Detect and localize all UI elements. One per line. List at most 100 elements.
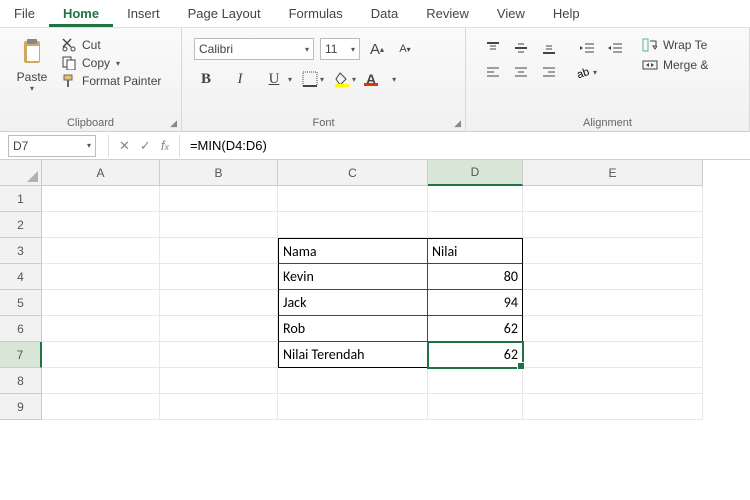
cell-A7[interactable] — [42, 342, 160, 368]
cell-A8[interactable] — [42, 368, 160, 394]
tab-view[interactable]: View — [483, 0, 539, 27]
cell-D4[interactable]: 80 — [428, 264, 523, 290]
align-left-button[interactable] — [482, 62, 504, 82]
row-header-7[interactable]: 7 — [0, 342, 42, 368]
cell-C3[interactable]: Nama — [278, 238, 428, 264]
row-header-2[interactable]: 2 — [0, 212, 42, 238]
cell-A1[interactable] — [42, 186, 160, 212]
fill-color-button[interactable]: ▾ — [334, 68, 356, 90]
tab-file[interactable]: File — [0, 0, 49, 27]
orientation-button[interactable]: ab▾ — [576, 62, 598, 82]
cell-B3[interactable] — [160, 238, 278, 264]
merge-button[interactable]: Merge & — [642, 58, 708, 72]
tab-page-layout[interactable]: Page Layout — [174, 0, 275, 27]
align-right-button[interactable] — [538, 62, 560, 82]
cell-C9[interactable] — [278, 394, 428, 420]
cell-E7[interactable] — [523, 342, 703, 368]
cell-B4[interactable] — [160, 264, 278, 290]
col-header-C[interactable]: C — [278, 160, 428, 186]
cell-E9[interactable] — [523, 394, 703, 420]
cell-D1[interactable] — [428, 186, 523, 212]
cell-B1[interactable] — [160, 186, 278, 212]
tab-home[interactable]: Home — [49, 0, 113, 27]
bold-button[interactable]: B — [194, 68, 218, 90]
borders-button[interactable]: ▾ — [302, 68, 324, 90]
cell-E8[interactable] — [523, 368, 703, 394]
col-header-D[interactable]: D — [428, 160, 523, 186]
formula-input[interactable] — [184, 135, 750, 157]
cell-D7[interactable]: 62 — [428, 342, 523, 368]
col-header-E[interactable]: E — [523, 160, 703, 186]
select-all-corner[interactable] — [0, 160, 42, 186]
font-name-select[interactable]: Calibri ▾ — [194, 38, 314, 60]
cell-C5[interactable]: Jack — [278, 290, 428, 316]
col-header-A[interactable]: A — [42, 160, 160, 186]
increase-font-button[interactable]: A▴ — [366, 38, 388, 60]
cell-C6[interactable]: Rob — [278, 316, 428, 342]
cell-E4[interactable] — [523, 264, 703, 290]
cell-A6[interactable] — [42, 316, 160, 342]
font-size-select[interactable]: 11 ▾ — [320, 38, 360, 60]
cell-B7[interactable] — [160, 342, 278, 368]
tab-help[interactable]: Help — [539, 0, 594, 27]
copy-button[interactable]: Copy ▾ — [62, 56, 161, 70]
row-header-1[interactable]: 1 — [0, 186, 42, 212]
cell-B6[interactable] — [160, 316, 278, 342]
italic-button[interactable]: I — [228, 68, 252, 90]
cell-E3[interactable] — [523, 238, 703, 264]
font-color-button[interactable]: A ▾ — [366, 68, 396, 90]
enter-formula-button[interactable]: ✓ — [140, 138, 151, 154]
cell-D3[interactable]: Nilai — [428, 238, 523, 264]
cell-C8[interactable] — [278, 368, 428, 394]
spreadsheet-grid[interactable]: A B C D E 1 2 3 Nama Nilai 4 Kevin 80 5 … — [0, 160, 750, 420]
tab-review[interactable]: Review — [412, 0, 483, 27]
align-center-button[interactable] — [510, 62, 532, 82]
cell-C4[interactable]: Kevin — [278, 264, 428, 290]
cell-E6[interactable] — [523, 316, 703, 342]
align-top-button[interactable] — [482, 38, 504, 58]
align-bottom-button[interactable] — [538, 38, 560, 58]
row-header-5[interactable]: 5 — [0, 290, 42, 316]
align-middle-button[interactable] — [510, 38, 532, 58]
row-header-9[interactable]: 9 — [0, 394, 42, 420]
cell-E1[interactable] — [523, 186, 703, 212]
cell-E2[interactable] — [523, 212, 703, 238]
cell-A5[interactable] — [42, 290, 160, 316]
row-header-4[interactable]: 4 — [0, 264, 42, 290]
cell-D9[interactable] — [428, 394, 523, 420]
cell-D6[interactable]: 62 — [428, 316, 523, 342]
cell-C1[interactable] — [278, 186, 428, 212]
name-box[interactable]: D7 ▾ — [8, 135, 96, 157]
cell-D8[interactable] — [428, 368, 523, 394]
underline-button[interactable]: U▾ — [262, 68, 292, 90]
row-header-8[interactable]: 8 — [0, 368, 42, 394]
decrease-font-button[interactable]: A▾ — [394, 38, 416, 60]
cell-B2[interactable] — [160, 212, 278, 238]
decrease-indent-button[interactable] — [576, 38, 598, 58]
tab-formulas[interactable]: Formulas — [275, 0, 357, 27]
cell-A3[interactable] — [42, 238, 160, 264]
cell-D2[interactable] — [428, 212, 523, 238]
increase-indent-button[interactable] — [604, 38, 626, 58]
cell-A2[interactable] — [42, 212, 160, 238]
clipboard-dialog-launcher[interactable]: ◢ — [170, 118, 177, 129]
cell-D5[interactable]: 94 — [428, 290, 523, 316]
cell-B8[interactable] — [160, 368, 278, 394]
cut-button[interactable]: Cut — [62, 38, 161, 52]
tab-data[interactable]: Data — [357, 0, 412, 27]
cancel-formula-button[interactable]: ✕ — [119, 138, 130, 154]
cell-B5[interactable] — [160, 290, 278, 316]
cell-C2[interactable] — [278, 212, 428, 238]
paste-button[interactable]: Paste ▾ — [8, 32, 56, 129]
cell-B9[interactable] — [160, 394, 278, 420]
cell-E5[interactable] — [523, 290, 703, 316]
row-header-6[interactable]: 6 — [0, 316, 42, 342]
format-painter-button[interactable]: Format Painter — [62, 74, 161, 88]
col-header-B[interactable]: B — [160, 160, 278, 186]
row-header-3[interactable]: 3 — [0, 238, 42, 264]
tab-insert[interactable]: Insert — [113, 0, 174, 27]
wrap-text-button[interactable]: Wrap Te — [642, 38, 708, 52]
cell-A4[interactable] — [42, 264, 160, 290]
cell-A9[interactable] — [42, 394, 160, 420]
font-dialog-launcher[interactable]: ◢ — [454, 118, 461, 129]
